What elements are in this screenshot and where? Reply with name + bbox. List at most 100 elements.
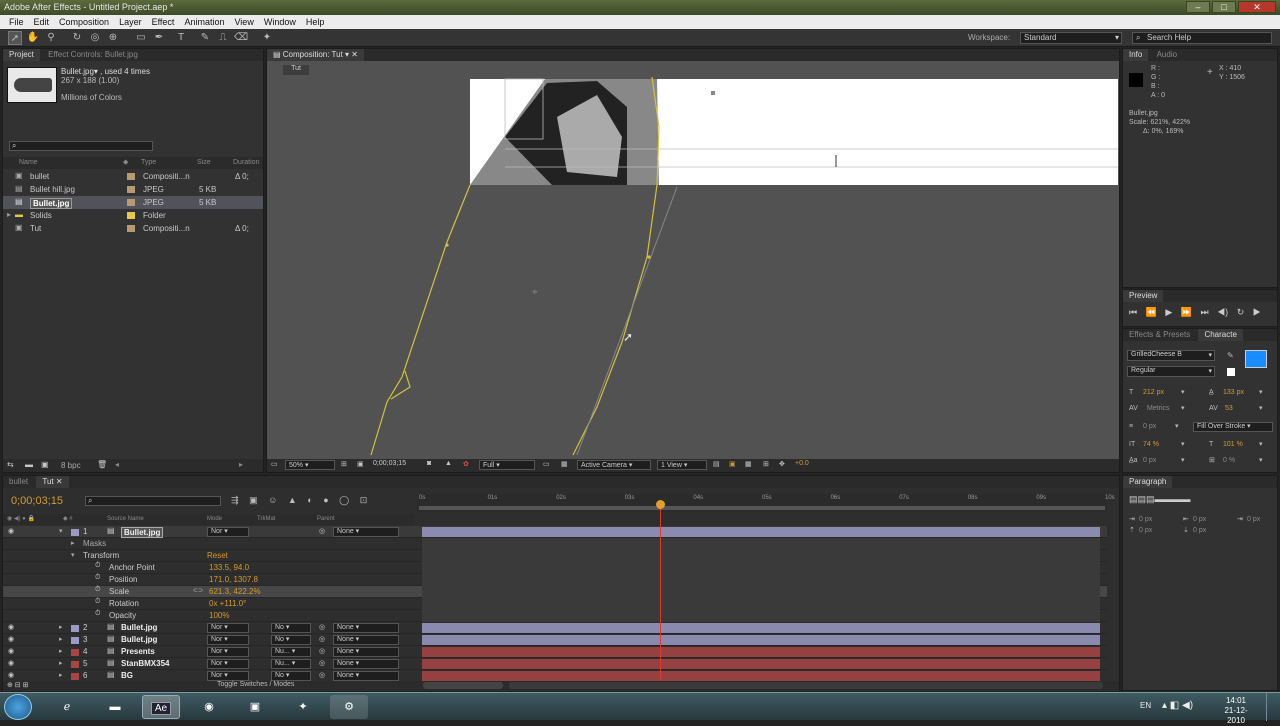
disclosure-triangle-icon[interactable]: ▸ <box>59 647 63 655</box>
comp-mini-flowchart-icon[interactable]: ⇶ <box>231 495 239 505</box>
align-right-icon[interactable]: ▤ <box>1146 494 1155 504</box>
timeline-row[interactable]: ◉ ▸ 2 ▤ Bullet.jpg Nor ▾ No ▾ ◎ None ▾ <box>3 622 1107 634</box>
layer-parent-select[interactable]: None ▾ <box>333 659 399 669</box>
project-search-input[interactable]: ⌕ <box>9 141 153 151</box>
audio-icon[interactable]: ◀) <box>1217 307 1228 317</box>
stopwatch-icon[interactable]: ⏱ <box>95 598 100 606</box>
vertical-scale-value[interactable]: 74 % <box>1143 437 1159 453</box>
label-color[interactable] <box>71 673 79 680</box>
layer-name[interactable]: Bullet.jpg <box>121 623 157 632</box>
font-size-value[interactable]: 212 px <box>1143 385 1164 401</box>
stopwatch-icon[interactable]: ⏱ <box>95 562 100 570</box>
layer-name[interactable]: Bullet.jpg <box>121 527 164 538</box>
menu-file[interactable]: File <box>4 17 29 27</box>
timeline-row[interactable]: ⏱ Position 171.0, 1307.8 <box>3 574 1107 586</box>
property-value[interactable]: 133.5, 94.0 <box>209 563 249 572</box>
column-source-name[interactable]: Source Name <box>107 516 144 522</box>
current-time[interactable]: 0;00;03;15 <box>373 460 406 467</box>
star-app-icon[interactable]: ✦ <box>284 695 322 719</box>
property-name[interactable]: Position <box>109 575 137 584</box>
layer-parent-select[interactable]: None ▾ <box>333 647 399 657</box>
eye-icon[interactable]: ◉ <box>8 671 14 679</box>
tab-info[interactable]: Info <box>1123 49 1149 61</box>
camera-tool-icon[interactable]: ◎ <box>88 31 102 45</box>
layer-trkmat-select[interactable]: Nu... ▾ <box>271 659 311 669</box>
fast-previews-icon[interactable]: ▣ <box>729 460 736 468</box>
fill-color-swatch[interactable] <box>1245 350 1267 368</box>
new-folder-icon[interactable]: ▬ <box>25 460 33 469</box>
close-button[interactable]: ✕ <box>1238 1 1276 13</box>
layer-mode-select[interactable]: Nor ▾ <box>207 635 249 645</box>
tracking-value[interactable]: 53 <box>1225 401 1233 417</box>
disclosure-triangle-icon[interactable]: ▾ <box>59 527 63 535</box>
tab-character[interactable]: Characte <box>1198 329 1243 341</box>
timeline-row[interactable]: ◉ ▸ 3 ▤ Bullet.jpg Nor ▾ No ▾ ◎ None ▾ <box>3 634 1107 646</box>
column-trkmat[interactable]: TrkMat <box>257 516 275 522</box>
region-of-interest-icon[interactable]: ▭ <box>543 460 550 468</box>
justify-left-icon[interactable]: ▬ <box>1155 494 1164 504</box>
column-parent[interactable]: Parent <box>317 516 335 522</box>
tab-composition[interactable]: ▤ Composition: Tut ▾ ✕ <box>267 49 364 61</box>
timeline-row[interactable]: ◉ ▸ 5 ▤ StanBMX354 Nor ▾ Nu... ▾ ◎ None ▾ <box>3 658 1107 670</box>
parent-pickwhip-icon[interactable]: ◎ <box>319 635 325 643</box>
tsume-value[interactable]: 0 % <box>1223 453 1235 469</box>
layer-duration-bar[interactable] <box>422 635 1100 645</box>
clock[interactable]: 14:01 21-12-2010 <box>1216 696 1256 726</box>
layer-duration-bar[interactable] <box>422 659 1100 669</box>
transform-group[interactable]: Transform <box>83 551 119 560</box>
show-snapshot-icon[interactable]: ▲ <box>445 460 452 467</box>
menu-effect[interactable]: Effect <box>147 17 180 27</box>
layer-parent-select[interactable]: None ▾ <box>333 527 399 537</box>
zoom-select[interactable]: 50% ▾ <box>285 460 335 470</box>
trash-icon[interactable]: 🗑 <box>97 460 107 469</box>
tab-bullet[interactable]: bullet <box>3 476 34 488</box>
property-name[interactable]: Anchor Point <box>109 563 155 572</box>
layer-parent-select[interactable]: None ▾ <box>333 635 399 645</box>
project-item[interactable]: ▣ bullet Compositi...n Δ 0; <box>3 170 263 183</box>
font-family-select[interactable]: GrilledCheese B ▾ <box>1127 350 1215 361</box>
disclosure-triangle-icon[interactable]: ▸ <box>59 623 63 631</box>
timeline-row[interactable]: ◉ ▾ 1 ▤ Bullet.jpg Nor ▾ ◎ None ▾ <box>3 526 1107 538</box>
draft-3d-icon[interactable]: ▣ <box>249 495 258 505</box>
eye-icon[interactable]: ◉ <box>8 527 14 535</box>
layer-parent-select[interactable]: None ▾ <box>333 671 399 681</box>
last-frame-icon[interactable]: ⏭ <box>1201 307 1209 317</box>
label-color[interactable] <box>71 661 79 668</box>
tab-preview[interactable]: Preview <box>1123 290 1164 302</box>
selection-tool-icon[interactable]: ➚ <box>8 31 22 45</box>
scroll-left-icon[interactable]: ◂ <box>115 460 119 469</box>
workspace-select[interactable]: Standard ▾ <box>1020 32 1122 44</box>
shy-layers-icon[interactable]: ☺ <box>268 495 277 505</box>
property-name[interactable]: Opacity <box>109 611 136 620</box>
layer-name[interactable]: Presents <box>121 647 155 656</box>
ie-icon[interactable]: ℯ <box>48 695 86 719</box>
explorer-icon[interactable]: ▬ <box>96 695 134 719</box>
start-button[interactable] <box>4 694 32 720</box>
property-value[interactable]: 100% <box>209 611 229 620</box>
loop-icon[interactable]: ↻ <box>1237 307 1245 317</box>
space-before-value[interactable]: 0 px <box>1139 525 1152 536</box>
property-name[interactable]: Rotation <box>109 599 139 608</box>
timeline-scrollbar[interactable] <box>509 682 1103 689</box>
column-mode[interactable]: Mode <box>207 516 222 522</box>
media-player-icon[interactable]: ◉ <box>190 695 228 719</box>
label-color[interactable] <box>71 637 79 644</box>
utility-app-icon[interactable]: ⚙ <box>330 695 368 719</box>
white-swatch[interactable] <box>1227 368 1235 376</box>
views-select[interactable]: 1 View ▾ <box>657 460 707 470</box>
maximize-button[interactable]: □ <box>1212 1 1236 13</box>
transparency-grid-icon[interactable]: ▦ <box>561 460 568 468</box>
timeline-row[interactable]: ▸ Masks <box>3 538 1107 550</box>
stroke-width-value[interactable]: 0 px <box>1143 419 1156 435</box>
snapshot-icon[interactable]: ◙ <box>427 460 431 467</box>
play-icon[interactable]: ▶ <box>1165 307 1172 317</box>
after-effects-taskbar-button[interactable]: Ae <box>142 695 180 719</box>
property-name[interactable]: Scale <box>109 587 129 596</box>
stopwatch-icon[interactable]: ⏱ <box>95 586 100 594</box>
interpret-footage-icon[interactable]: ⇆ <box>7 460 14 469</box>
layer-trkmat-select[interactable]: No ▾ <box>271 671 311 681</box>
layer-duration-bar[interactable] <box>422 527 1100 537</box>
label-color[interactable] <box>71 649 79 656</box>
composition-viewer[interactable]: ⌖ ➚ <box>267 77 1119 457</box>
time-ruler[interactable]: 0s 01s 02s 03s 04s 05s 06s 07s 08s 09s 10s <box>417 494 1115 512</box>
